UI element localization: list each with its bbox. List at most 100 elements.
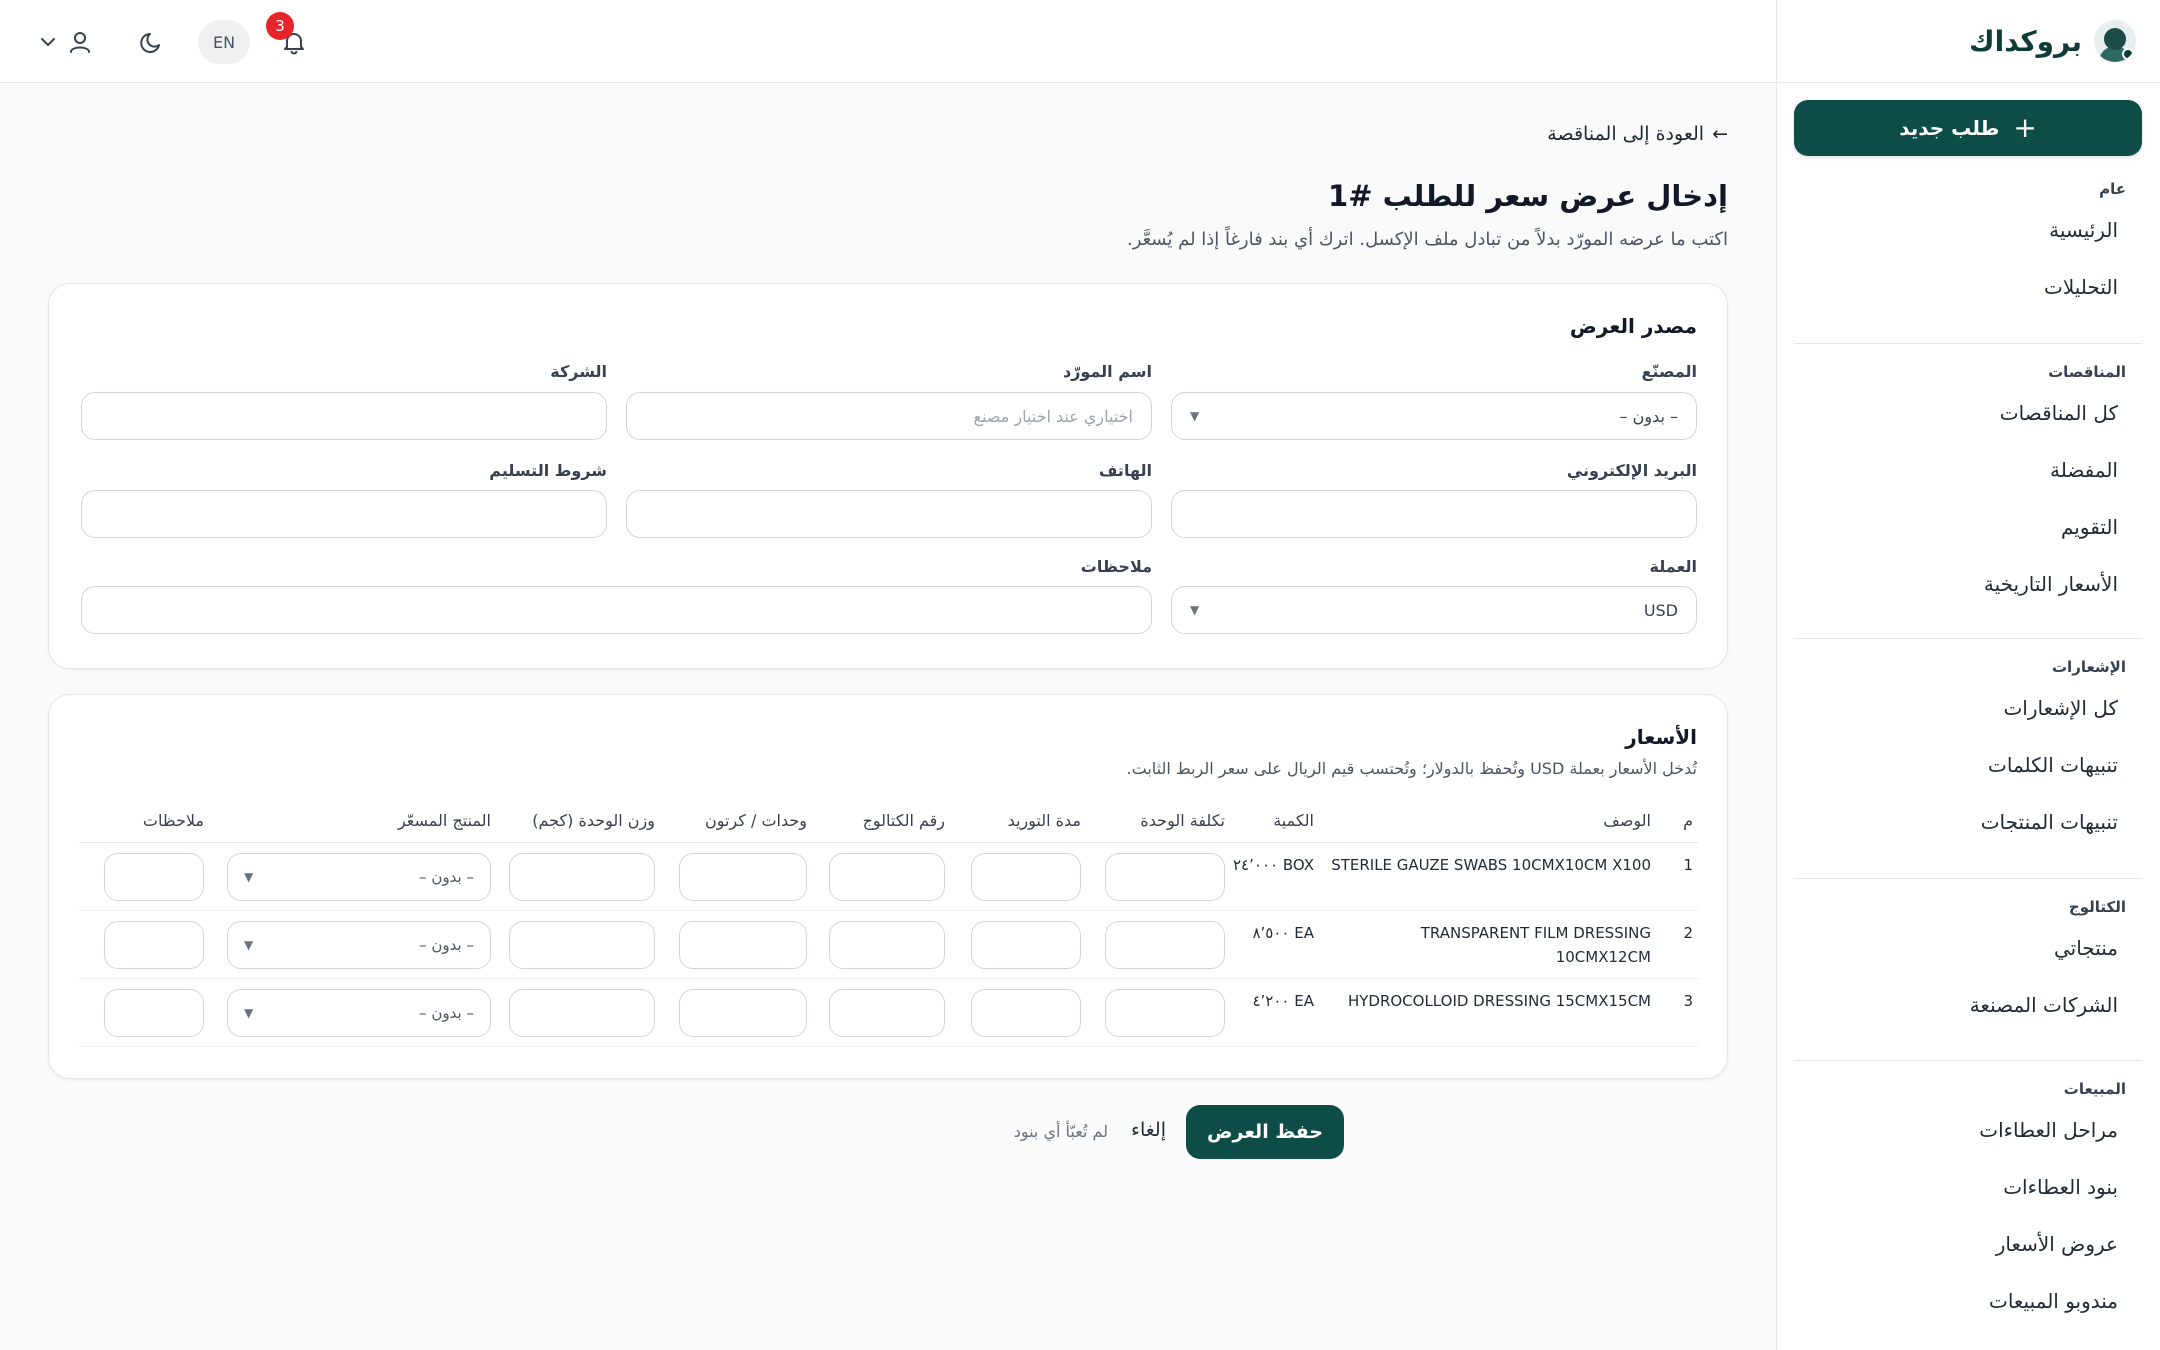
manufacturer-select[interactable]: – بدون – ▼ — [1171, 392, 1697, 440]
priced-product-select[interactable]: – بدون – ▼ — [227, 853, 491, 901]
unit-weight-input[interactable] — [509, 921, 655, 969]
nav-heading: عام — [2099, 180, 2126, 198]
sidebar-item-favorites[interactable]: المفضلة — [1794, 442, 2142, 499]
delivery-terms-input[interactable] — [81, 490, 607, 538]
row-number: 1 — [1683, 856, 1693, 874]
supplier-name-label: اسم المورّد — [1062, 362, 1152, 381]
sidebar-item-product-alerts[interactable]: تنبيهات المنتجات — [1794, 794, 2142, 851]
col-header-quantity: الكمية — [1273, 811, 1314, 830]
divider — [1776, 82, 2160, 83]
col-header-notes: ملاحظات — [142, 811, 204, 830]
supplier-name-input[interactable] — [626, 392, 1152, 440]
nav-group-general: عام الرئيسية التحليلات — [1794, 176, 2142, 316]
priced-product-select[interactable]: – بدون – ▼ — [227, 921, 491, 969]
notes-input[interactable] — [81, 586, 1152, 634]
caret-down-icon: ▼ — [244, 938, 254, 952]
sidebar-item-sales-reps[interactable]: مندوبو المبيعات — [1794, 1273, 2142, 1330]
catalog-number-input[interactable] — [829, 921, 945, 969]
table-row: 2 TRANSPARENT FILM DRESSING 10CMX12CM EA… — [79, 911, 1699, 979]
caret-down-icon: ▼ — [244, 1006, 254, 1020]
sidebar-item-analytics[interactable]: التحليلات — [1794, 259, 2142, 316]
catalog-number-input[interactable] — [829, 853, 945, 901]
arrow-left-icon: ← — [1712, 123, 1728, 145]
delivery-terms-label: شروط التسليم — [489, 461, 607, 480]
nav-heading: الكتالوج — [2068, 898, 2126, 916]
col-header-num: م — [1683, 811, 1693, 830]
col-header-unit-cost: تكلفة الوحدة — [1140, 811, 1225, 830]
save-quote-button[interactable]: حفظ العرض — [1186, 1105, 1344, 1159]
divider — [1794, 878, 2142, 879]
row-notes-input[interactable] — [104, 853, 204, 901]
row-notes-input[interactable] — [104, 989, 204, 1037]
row-description: TRANSPARENT FILM DRESSING 10CMX12CM — [1420, 924, 1651, 966]
company-label: الشركة — [550, 362, 607, 381]
sidebar-item-calendar[interactable]: التقويم — [1794, 499, 2142, 556]
nav-group-tenders: المناقصات كل المناقصات المفضلة التقويم ا… — [1794, 359, 2142, 613]
page-title: إدخال عرض سعر للطلب #1 — [1328, 179, 1728, 213]
lead-time-input[interactable] — [971, 989, 1081, 1037]
sidebar-item-all-notifications[interactable]: كل الإشعارات — [1794, 680, 2142, 737]
units-per-carton-input[interactable] — [679, 853, 807, 901]
col-header-priced-product: المنتج المسعّر — [397, 811, 491, 830]
priced-product-value: – بدون – — [419, 936, 474, 954]
divider — [1794, 343, 2142, 344]
sidebar-item-bid-items[interactable]: بنود العطاءات — [1794, 1159, 2142, 1216]
sidebar-item-my-products[interactable]: منتجاتي — [1794, 920, 2142, 977]
brand-name: بروكداك — [1968, 24, 2082, 58]
currency-value: USD — [1643, 600, 1678, 620]
table-row: 1 STERILE GAUZE SWABS 10CMX10CM X100 BOX… — [79, 843, 1699, 911]
notification-count-badge: 3 — [266, 12, 294, 40]
nav-heading: الإشعارات — [2051, 658, 2126, 676]
moon-icon[interactable] — [132, 22, 172, 62]
nav-group-notifications: الإشعارات كل الإشعارات تنبيهات الكلمات ت… — [1794, 654, 2142, 851]
priced-product-select[interactable]: – بدون – ▼ — [227, 989, 491, 1037]
language-toggle-button[interactable]: EN — [198, 20, 250, 64]
user-icon[interactable] — [60, 22, 100, 62]
phone-label: الهاتف — [1098, 461, 1152, 480]
sidebar-item-keyword-alerts[interactable]: تنبيهات الكلمات — [1794, 737, 2142, 794]
main-content: ← العودة إلى المناقصة إدخال عرض سعر للطل… — [0, 83, 1776, 1350]
sidebar-item-quotes[interactable]: عروض الأسعار — [1794, 1216, 2142, 1273]
row-notes-input[interactable] — [104, 921, 204, 969]
phone-input[interactable] — [626, 490, 1152, 538]
row-description: STERILE GAUZE SWABS 10CMX10CM X100 — [1331, 856, 1651, 874]
unit-weight-input[interactable] — [509, 989, 655, 1037]
sidebar-item-all-tenders[interactable]: كل المناقصات — [1794, 385, 2142, 442]
col-header-catalog-number: رقم الكتالوج — [862, 811, 945, 830]
prices-card: الأسعار تُدخل الأسعار بعملة USD وتُحفظ ب… — [48, 694, 1728, 1079]
card-title: الأسعار — [1625, 725, 1697, 749]
catalog-number-input[interactable] — [829, 989, 945, 1037]
col-header-unit-weight: وزن الوحدة (كجم) — [532, 811, 655, 830]
sidebar-item-home[interactable]: الرئيسية — [1794, 202, 2142, 259]
brand[interactable]: بروكداك — [1969, 18, 2136, 64]
caret-down-icon: ▼ — [1190, 603, 1200, 617]
unit-cost-input[interactable] — [1105, 989, 1225, 1037]
unit-cost-input[interactable] — [1105, 853, 1225, 901]
nav-heading: المناقصات — [2048, 363, 2126, 381]
lead-time-input[interactable] — [971, 921, 1081, 969]
brand-logo-icon — [2094, 20, 2136, 62]
email-input[interactable] — [1171, 490, 1697, 538]
sidebar-item-bid-stages[interactable]: مراحل العطاءات — [1794, 1102, 2142, 1159]
priced-product-value: – بدون – — [419, 868, 474, 886]
col-header-description: الوصف — [1603, 811, 1651, 830]
units-per-carton-input[interactable] — [679, 989, 807, 1037]
lead-time-input[interactable] — [971, 853, 1081, 901]
card-title: مصدر العرض — [1569, 314, 1697, 338]
sidebar-item-manufacturers[interactable]: الشركات المصنعة — [1794, 977, 2142, 1034]
row-number: 2 — [1683, 924, 1693, 942]
nav-heading: المبيعات — [2063, 1080, 2126, 1098]
currency-select[interactable]: USD ▼ — [1171, 586, 1697, 634]
new-request-label: طلب جديد — [1899, 116, 2000, 140]
unit-weight-input[interactable] — [509, 853, 655, 901]
email-label: البريد الإلكتروني — [1566, 461, 1697, 480]
company-input[interactable] — [81, 392, 607, 440]
units-per-carton-input[interactable] — [679, 921, 807, 969]
new-request-button[interactable]: + طلب جديد — [1794, 100, 2142, 156]
unit-cost-input[interactable] — [1105, 921, 1225, 969]
back-to-tender-link[interactable]: ← العودة إلى المناقصة — [1547, 123, 1728, 145]
page-subtitle: اكتب ما عرضه المورّد بدلاً من تبادل ملف … — [1126, 229, 1728, 250]
cancel-link[interactable]: إلغاء — [1131, 1119, 1166, 1141]
caret-down-icon: ▼ — [1190, 409, 1200, 423]
sidebar-item-historical-prices[interactable]: الأسعار التاريخية — [1794, 556, 2142, 613]
